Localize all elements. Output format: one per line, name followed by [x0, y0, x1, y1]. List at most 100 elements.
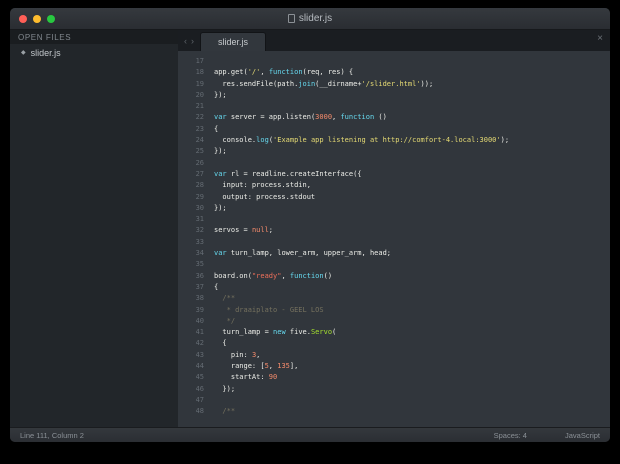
- indentation-setting[interactable]: Spaces: 4: [494, 431, 527, 440]
- line-number: 32: [195, 226, 204, 235]
- line-number: 34: [195, 249, 204, 258]
- line-number: 18: [195, 68, 204, 77]
- line-number: 37: [195, 282, 204, 291]
- code-line[interactable]: 18 app.get('/', function(req, res) {: [178, 67, 610, 78]
- code-line[interactable]: 33: [178, 237, 610, 248]
- code-line[interactable]: 34 var turn_lamp, lower_arm, upper_arm, h…: [178, 248, 610, 259]
- editor-window: slider.js OPEN FILES ◆ slider.js ‹ › sli…: [10, 8, 610, 442]
- code-line-text: var server = app.listen(3000, function (…: [214, 113, 387, 122]
- code-line-text: range: [5, 135],: [214, 362, 299, 371]
- code-line-text: });: [214, 90, 227, 99]
- code-line-text: var rl = readline.createInterface({: [214, 169, 362, 178]
- code-line[interactable]: 28 input: process.stdin,: [178, 180, 610, 191]
- code-line[interactable]: 27 var rl = readline.createInterface({: [178, 169, 610, 180]
- sidebar: OPEN FILES ◆ slider.js: [10, 30, 178, 427]
- main-area: OPEN FILES ◆ slider.js ‹ › slider.js × 1…: [10, 30, 610, 427]
- code-line[interactable]: 44 range: [5, 135],: [178, 361, 610, 372]
- status-bar: Line 111, Column 2 Spaces: 4 JavaScript: [10, 427, 610, 442]
- code-line-text: turn_lamp = new five.Servo(: [214, 328, 337, 337]
- code-line-text: app.get('/', function(req, res) {: [214, 68, 354, 77]
- line-number: 25: [195, 147, 204, 156]
- code-line[interactable]: 29 output: process.stdout: [178, 192, 610, 203]
- code-line[interactable]: 32 servos = null;: [178, 225, 610, 236]
- close-button[interactable]: [19, 14, 27, 23]
- code-line[interactable]: 46 });: [178, 384, 610, 395]
- code-line-text: });: [214, 203, 227, 212]
- code-line[interactable]: 39 * draaiplato - GEEL LOS: [178, 305, 610, 316]
- line-number: 45: [195, 373, 204, 382]
- code-line[interactable]: 24 console.log('Example app listening at…: [178, 135, 610, 146]
- line-number: 35: [195, 260, 204, 269]
- tab-slider-js[interactable]: slider.js: [200, 32, 267, 51]
- sidebar-item-label: slider.js: [30, 47, 61, 58]
- zoom-button[interactable]: [47, 14, 55, 23]
- tab-label: slider.js: [218, 37, 249, 47]
- code-line-text: /**: [214, 294, 236, 303]
- code-line[interactable]: 23 {: [178, 124, 610, 135]
- code-line[interactable]: 36 board.on("ready", function(): [178, 271, 610, 282]
- code-line[interactable]: 17: [178, 56, 610, 67]
- code-line[interactable]: 20});: [178, 90, 610, 101]
- line-number: 40: [195, 316, 204, 325]
- code-line[interactable]: 30});: [178, 203, 610, 214]
- line-number: 36: [195, 271, 204, 280]
- code-line-text: * draaiplato - GEEL LOS: [214, 305, 324, 314]
- tab-scroll-right-icon[interactable]: ›: [191, 36, 194, 46]
- line-number: 30: [195, 203, 204, 212]
- line-number: 23: [195, 124, 204, 133]
- code-line[interactable]: 42 {: [178, 338, 610, 349]
- status-right: Spaces: 4 JavaScript: [494, 431, 600, 440]
- code-line[interactable]: 21: [178, 101, 610, 112]
- code-line-text: /**: [214, 407, 236, 416]
- window-title-area: slider.js: [10, 8, 610, 29]
- code-line-text: {: [214, 124, 219, 133]
- cursor-position[interactable]: Line 111, Column 2: [20, 431, 84, 440]
- line-number: 46: [195, 384, 204, 393]
- code-line[interactable]: 45 startAt: 90: [178, 372, 610, 383]
- code-line[interactable]: 35: [178, 259, 610, 270]
- line-number: 47: [195, 395, 204, 404]
- line-number: 17: [195, 57, 204, 65]
- file-bullet-icon: ◆: [21, 50, 26, 56]
- editor-column: ‹ › slider.js × 17 18 app.get('/', functio…: [178, 30, 610, 427]
- code-line-text: servos = null;: [214, 226, 274, 235]
- line-number: 28: [195, 181, 204, 190]
- line-number: 29: [195, 192, 204, 201]
- code-line[interactable]: 22 var server = app.listen(3000, function…: [178, 112, 610, 123]
- code-line[interactable]: 25});: [178, 146, 610, 157]
- code-line[interactable]: 19 res.sendFile(path.join(__dirname+'/sl…: [178, 79, 610, 90]
- code-line[interactable]: 47: [178, 395, 610, 406]
- code-line[interactable]: 31: [178, 214, 610, 225]
- line-number: 27: [195, 169, 204, 178]
- code-line[interactable]: 43 pin: 3,: [178, 350, 610, 361]
- code-line[interactable]: 48 /**: [178, 406, 610, 417]
- code-line[interactable]: 40 */: [178, 316, 610, 327]
- code-line-text: board.on("ready", function(): [214, 271, 333, 280]
- line-number: 48: [195, 407, 204, 416]
- open-files-header: OPEN FILES: [10, 30, 178, 44]
- code-line-text: {: [214, 339, 227, 348]
- code-line[interactable]: 38 /**: [178, 293, 610, 304]
- line-number: 42: [195, 339, 204, 348]
- tab-scroll-left-icon[interactable]: ‹: [184, 36, 187, 46]
- code-line-text: });: [214, 384, 236, 393]
- tabbar-close-icon[interactable]: ×: [597, 34, 603, 44]
- code-line[interactable]: 41 turn_lamp = new five.Servo(: [178, 327, 610, 338]
- code-area[interactable]: 17 18 app.get('/', function(req, res) { 19 …: [178, 51, 610, 427]
- line-number: 26: [195, 158, 204, 167]
- line-number: 24: [195, 136, 204, 145]
- line-number: 19: [195, 79, 204, 88]
- code-line[interactable]: 37 {: [178, 282, 610, 293]
- sidebar-item-slider-js[interactable]: ◆ slider.js: [10, 44, 178, 61]
- code-line-text: startAt: 90: [214, 373, 278, 382]
- syntax-language[interactable]: JavaScript: [565, 431, 600, 440]
- code-line-text: res.sendFile(path.join(__dirname+'/slide…: [214, 79, 434, 88]
- code-line[interactable]: 26: [178, 158, 610, 169]
- title-bar[interactable]: slider.js: [10, 8, 610, 30]
- line-number: 41: [195, 328, 204, 337]
- line-number: 39: [195, 305, 204, 314]
- line-number: 20: [195, 90, 204, 99]
- minimize-button[interactable]: [33, 14, 41, 23]
- document-icon: [287, 14, 295, 23]
- line-number: 22: [195, 113, 204, 122]
